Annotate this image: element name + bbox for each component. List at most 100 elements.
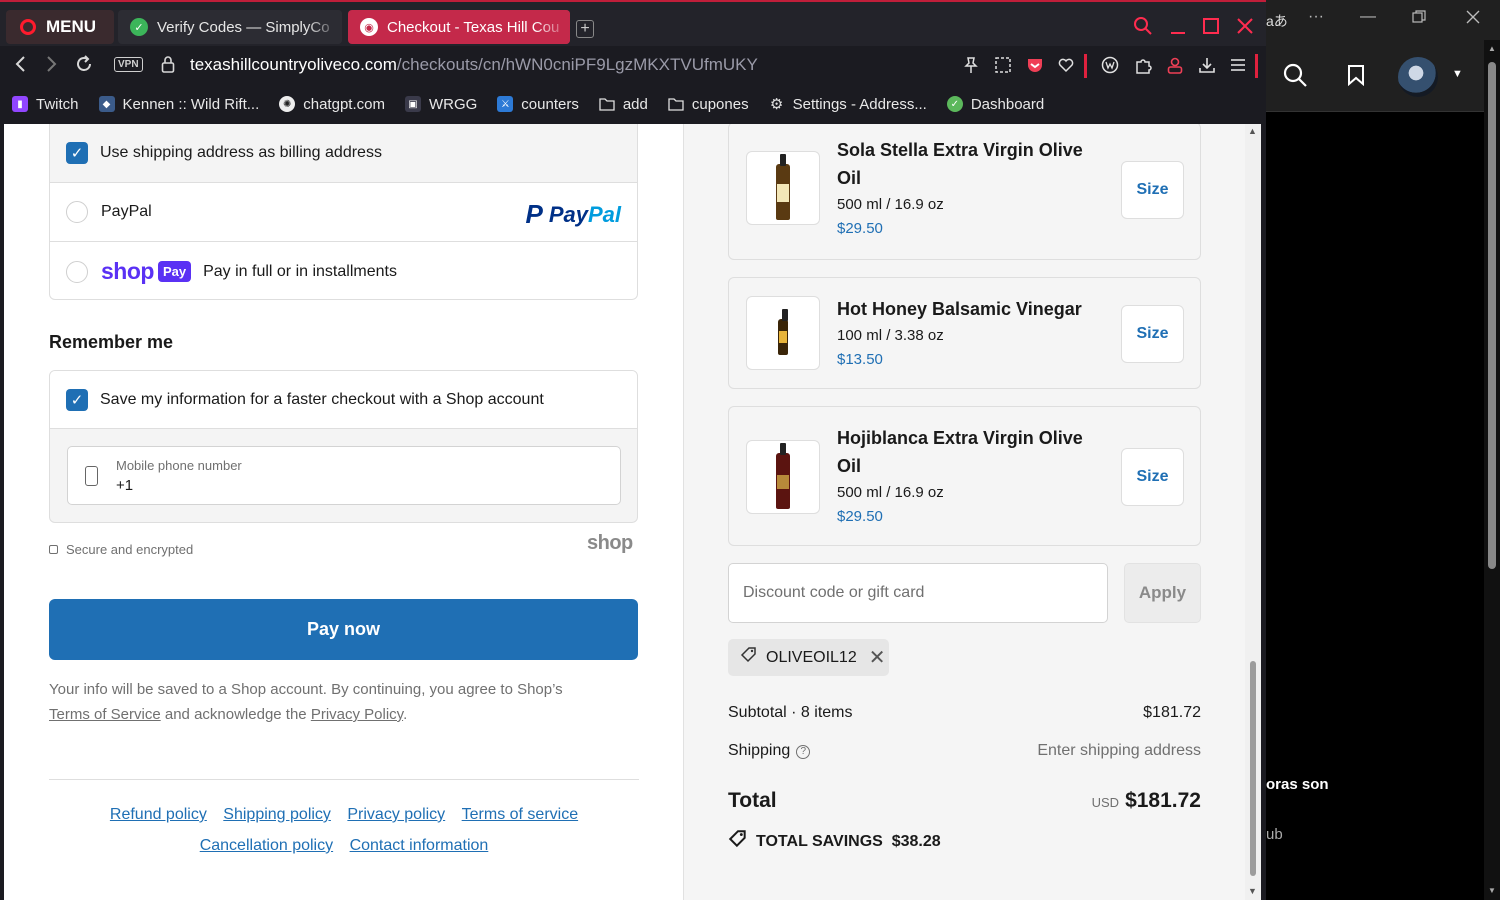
remember-me-box: ✓ Save my information for a faster check… [49, 370, 638, 523]
secure-label: Secure and encrypted [66, 542, 194, 557]
save-info-row[interactable]: ✓ Save my information for a faster check… [50, 371, 637, 429]
wallet-icon[interactable] [1101, 56, 1119, 77]
reload-icon[interactable] [74, 54, 94, 79]
bookmark-kennen[interactable]: ◆ Kennen :: Wild Rift... [98, 96, 259, 113]
bookmark-wrgg[interactable]: ▣ WRGG [404, 95, 478, 113]
cancellation-policy-link[interactable]: Cancellation policy [200, 837, 333, 854]
apply-discount-button[interactable]: Apply [1124, 563, 1201, 623]
minimize-icon[interactable]: — [1360, 8, 1376, 26]
bookmark-twitch[interactable]: ▮ Twitch [12, 96, 79, 113]
bookmark-counters[interactable]: ⚔ counters [497, 96, 579, 113]
extensions-icon[interactable] [1134, 56, 1152, 77]
size-button[interactable]: Size [1121, 305, 1184, 363]
search-tabs-icon[interactable] [1133, 16, 1153, 40]
mobile-phone-field[interactable]: Mobile phone number +1 [67, 446, 621, 505]
pocket-icon[interactable] [1026, 56, 1044, 77]
checkmark-favicon-icon: ✓ [130, 18, 148, 36]
scrollbar-thumb[interactable] [1488, 62, 1496, 569]
bookmark-dashboard[interactable]: ✓ Dashboard [946, 96, 1044, 113]
bookmark-label: counters [521, 95, 579, 113]
remove-coupon-icon[interactable]: ✕ [869, 645, 886, 670]
tab-checkout[interactable]: ◉ Checkout - Texas Hill Cou [348, 10, 570, 44]
privacy-policy-link[interactable]: Privacy Policy [311, 706, 403, 723]
refund-policy-link[interactable]: Refund policy [110, 806, 207, 823]
snapshot-icon[interactable] [994, 56, 1012, 77]
forward-icon[interactable] [44, 54, 58, 79]
download-icon[interactable] [1198, 56, 1216, 77]
profile-icon[interactable] [1166, 56, 1184, 77]
scroll-down-icon[interactable]: ▼ [1488, 886, 1496, 895]
vinegar-bottle-icon [778, 309, 788, 355]
billing-checkbox[interactable]: ✓ [66, 141, 88, 164]
minimize-icon[interactable] [1169, 16, 1187, 40]
shoppay-radio[interactable] [66, 260, 88, 283]
bookmark-folder-add[interactable]: add [599, 96, 648, 113]
tab-verify-codes[interactable]: ✓ Verify Codes — SimplyCo [118, 10, 342, 44]
more-options-icon[interactable]: ··· [1308, 8, 1324, 26]
consent-text-part: Your info will be saved to a Shop accoun… [49, 681, 563, 698]
terms-of-service-link[interactable]: Terms of Service [49, 706, 161, 723]
easy-setup-icon[interactable] [1229, 56, 1247, 77]
shipping-policy-link[interactable]: Shipping policy [223, 806, 331, 823]
bookmark-folder-cupones[interactable]: cupones [668, 96, 749, 113]
paypal-radio[interactable] [66, 201, 88, 223]
scroll-down-icon[interactable]: ▼ [1248, 886, 1257, 896]
twitch-icon: ▮ [12, 96, 28, 112]
checkout-form-column: ✓ Use shipping address as billing addres… [4, 124, 683, 900]
lock-icon[interactable] [161, 55, 175, 73]
edge-scrollbar[interactable]: ▲ ▼ [1484, 40, 1500, 900]
close-icon[interactable] [1466, 10, 1480, 27]
back-icon[interactable] [14, 54, 28, 79]
opera-logo-icon [20, 19, 36, 35]
restore-icon[interactable] [1412, 10, 1426, 27]
vpn-badge[interactable]: VPN [114, 57, 143, 72]
total-label: Total [728, 789, 777, 812]
heart-icon[interactable] [1057, 56, 1075, 77]
size-button[interactable]: Size [1121, 448, 1184, 506]
billing-same-as-shipping-row[interactable]: ✓ Use shipping address as billing addres… [50, 124, 637, 183]
avatar[interactable] [1398, 57, 1438, 97]
scroll-up-icon[interactable]: ▲ [1248, 126, 1257, 136]
close-window-icon[interactable] [1236, 16, 1254, 40]
maximize-icon[interactable] [1202, 16, 1220, 40]
contact-information-link[interactable]: Contact information [350, 837, 489, 854]
scroll-up-icon[interactable]: ▲ [1488, 44, 1496, 53]
paypal-logo-pal: Pal [587, 201, 621, 227]
checkout-page: ✓ Use shipping address as billing addres… [4, 124, 1245, 900]
paypal-option-row[interactable]: PayPal P Pay Pal [50, 183, 637, 242]
search-icon[interactable] [1282, 62, 1308, 93]
discount-code-input[interactable]: Discount code or gift card [728, 563, 1108, 623]
read-aloud-icon[interactable]: aあ [1266, 11, 1288, 31]
shoppay-option-row[interactable]: shop Pay Pay in full or in installments [50, 242, 637, 301]
terms-of-service-footer-link[interactable]: Terms of service [462, 806, 578, 823]
save-info-label: Save my information for a faster checkou… [100, 390, 544, 408]
url-field[interactable]: texashillcountryoliveco.com/checkouts/cn… [190, 55, 758, 75]
item-price: $29.50 [837, 508, 883, 525]
toolbar-divider [1084, 54, 1087, 78]
new-tab-button[interactable]: + [576, 20, 594, 38]
bookmark-label: Settings - Address... [792, 95, 927, 113]
coupon-code: OLIVEOIL12 [766, 648, 857, 666]
opera-menu-button[interactable]: MENU [6, 10, 114, 44]
bookmark-chatgpt[interactable]: ✺ chatgpt.com [279, 96, 385, 113]
tab-bar: MENU ✓ Verify Codes — SimplyCo ◉ Checkou… [0, 0, 1266, 46]
bookmark-settings-address[interactable]: ⚙ Settings - Address... [769, 95, 927, 114]
mobile-phone-value[interactable]: +1 [116, 477, 133, 494]
subtotal-row: Subtotal · 8 items $181.72 [728, 704, 1201, 722]
privacy-policy-footer-link[interactable]: Privacy policy [347, 806, 445, 823]
page-scrollbar[interactable]: ▲ ▼ [1245, 124, 1261, 900]
scrollbar-thumb[interactable] [1250, 661, 1256, 876]
shop-logo: shop [587, 532, 633, 554]
chevron-down-icon[interactable]: ▼ [1452, 68, 1463, 80]
pay-now-button[interactable]: Pay now [49, 599, 638, 660]
product-image [746, 151, 820, 225]
bookmark-label: WRGG [428, 95, 478, 113]
savings-value: $38.28 [891, 832, 941, 850]
shop-consent-text: Your info will be saved to a Shop accoun… [49, 677, 638, 727]
help-icon[interactable]: ? [796, 744, 811, 759]
bookmark-icon[interactable] [1347, 64, 1365, 91]
size-button[interactable]: Size [1121, 161, 1184, 219]
pin-icon[interactable] [962, 56, 980, 77]
save-info-checkbox[interactable]: ✓ [66, 388, 88, 411]
paypal-p-icon: P [525, 199, 543, 229]
